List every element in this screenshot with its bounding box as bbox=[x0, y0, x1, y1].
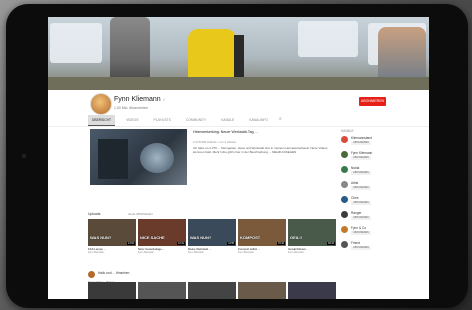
video-thumbnail[interactable]: GEIL!! 09:34 bbox=[288, 219, 336, 246]
divider bbox=[48, 126, 429, 127]
video-duration: 15:10 bbox=[277, 242, 285, 245]
camera-dot bbox=[22, 154, 26, 158]
sidebar-subscribe-button[interactable]: ABONNIEREN bbox=[351, 186, 371, 190]
video-thumbnail[interactable]: KOMPOST 15:10 bbox=[238, 219, 286, 246]
sidebar-channels: KANÄLE Kliemannsland ABONNIEREN Fynn Kli… bbox=[341, 129, 421, 256]
channel-avatar-small bbox=[341, 211, 348, 218]
hanging-sheet bbox=[50, 23, 102, 63]
tablet-screen: Fynn Kliemann ✓ 1,00 Mio. Abonnenten ABO… bbox=[48, 17, 429, 299]
video-thumbnail[interactable] bbox=[238, 282, 286, 299]
video-card[interactable]: KOMPOST 15:10 Kompost selbst ... Fynn Kl… bbox=[238, 219, 286, 254]
channel-avatar-small bbox=[341, 241, 348, 248]
video-thumbnail[interactable]: WAS NUN? 11:55 bbox=[188, 219, 236, 246]
sidebar-channel-name: Ranger bbox=[351, 211, 362, 215]
second-row bbox=[88, 282, 336, 299]
video-card[interactable]: GEIL!! 09:34 Gewächshaus ... Fynn Kliema… bbox=[288, 219, 336, 254]
video-duration: 11:55 bbox=[227, 242, 235, 245]
channel-avatar-small bbox=[341, 136, 348, 143]
video-meta: Fynn Kliemann bbox=[88, 251, 104, 255]
video-meta: Fynn Kliemann bbox=[288, 251, 304, 255]
channel-avatar[interactable] bbox=[90, 93, 112, 115]
video-thumbnail[interactable] bbox=[138, 282, 186, 299]
sidebar-channel-item[interactable]: Chris ABONNIEREN bbox=[341, 196, 421, 211]
community-post[interactable]: Hallo und ... Hinsehen Neues Video ... B… bbox=[88, 271, 338, 284]
sidebar-channel-name: Nubia bbox=[351, 166, 360, 170]
video-duration: 12:41 bbox=[177, 242, 185, 245]
featured-video-thumbnail[interactable] bbox=[90, 129, 187, 185]
video-duration: 13:02 bbox=[127, 242, 135, 245]
video-thumbnail[interactable] bbox=[288, 282, 336, 299]
video-card[interactable]: WAS NUN? 13:02 Fluß Lampe ... Fynn Kliem… bbox=[88, 219, 136, 254]
tab-playlists[interactable]: PLAYLISTS bbox=[150, 115, 175, 125]
sidebar-subscribe-button[interactable]: ABONNIEREN bbox=[351, 246, 371, 250]
uploads-row: WAS NUN? 13:02 Fluß Lampe ... Fynn Kliem… bbox=[88, 219, 336, 254]
sidebar-channel-name: Fynn & Co bbox=[351, 226, 367, 230]
post-avatar bbox=[88, 271, 95, 278]
thumbnail-caption: GEIL!! bbox=[290, 235, 302, 240]
sidebar-channel-item[interactable]: Ranger ABONNIEREN bbox=[341, 211, 421, 226]
video-thumbnail[interactable] bbox=[188, 282, 236, 299]
featured-video-description: Ich habe so 2.279 ... Kleingarten, Haus … bbox=[193, 146, 328, 155]
video-thumbnail[interactable] bbox=[88, 282, 136, 299]
tab-channels[interactable]: KANÄLE bbox=[217, 115, 238, 125]
sidebar-channel-name: Kliemannsland bbox=[351, 136, 372, 140]
tab-about[interactable]: KANALINFO bbox=[245, 115, 272, 125]
subscribe-button[interactable]: ABONNIEREN bbox=[359, 97, 386, 106]
thumbnail-caption: KOMPOST bbox=[240, 235, 261, 240]
channel-avatar-small bbox=[341, 226, 348, 233]
search-icon[interactable]: ⌕ bbox=[279, 115, 282, 125]
video-meta: Fynn Kliemann bbox=[188, 251, 204, 255]
subscriber-count: 1,00 Mio. Abonnenten bbox=[114, 106, 149, 110]
sidebar-channel-name: Friend bbox=[351, 241, 361, 245]
channel-name-text: Fynn Kliemann bbox=[114, 96, 161, 103]
sidebar-channel-item[interactable]: Fynn Kliemann ABONNIEREN bbox=[341, 151, 421, 166]
post-text: Hallo und ... Hinsehen bbox=[98, 271, 130, 275]
sidebar-channel-item[interactable]: Kliemannsland ABONNIEREN bbox=[341, 136, 421, 151]
tab-videos[interactable]: VIDEOS bbox=[122, 115, 142, 125]
sidebar-subscribe-button[interactable]: ABONNIEREN bbox=[351, 216, 371, 220]
sidebar-subscribe-button[interactable]: ABONNIEREN bbox=[351, 201, 371, 205]
thumbnail-caption: NICE SACHE bbox=[140, 235, 165, 240]
video-meta: Fynn Kliemann bbox=[138, 251, 154, 255]
video-thumbnail[interactable]: NICE SACHE 12:41 bbox=[138, 219, 186, 246]
thumbnail-caption: WAS NUN? bbox=[90, 235, 112, 240]
sidebar-channel-item[interactable]: Fynn & Co ABONNIEREN bbox=[341, 226, 421, 241]
play-all-link[interactable]: ALLE ABSPIELEN bbox=[128, 212, 153, 216]
verified-icon: ✓ bbox=[162, 97, 167, 102]
ground bbox=[48, 77, 429, 90]
sidebar-channel-name: Fynn Kliemann bbox=[351, 151, 373, 155]
sidebar-subscribe-button[interactable]: ABONNIEREN bbox=[351, 171, 371, 175]
scene-shape bbox=[140, 143, 174, 173]
channel-avatar-small bbox=[341, 151, 348, 158]
video-thumbnail[interactable]: WAS NUN? 13:02 bbox=[88, 219, 136, 246]
scene-shape bbox=[98, 139, 128, 179]
featured-video-meta: 2.279.530 Aufrufe • vor 3 Jahren bbox=[193, 140, 237, 144]
featured-video-title[interactable]: Heimwerkerking: Neuer Werkstatt-Tag ... bbox=[193, 130, 335, 135]
video-meta: Fynn Kliemann bbox=[238, 251, 254, 255]
tab-community[interactable]: COMMUNITY bbox=[182, 115, 210, 125]
channel-tabs: ÜBERSICHT VIDEOS PLAYLISTS COMMUNITY KAN… bbox=[88, 115, 282, 126]
video-card[interactable]: WAS NUN? 11:55 Meine Werkstatt ... Fynn … bbox=[188, 219, 236, 254]
sidebar-channel-name: Chris bbox=[351, 196, 359, 200]
video-duration: 09:34 bbox=[327, 242, 335, 245]
sidebar-channel-item[interactable]: Artist ABONNIEREN bbox=[341, 181, 421, 196]
channel-name: Fynn Kliemann ✓ bbox=[114, 96, 166, 103]
channel-banner bbox=[48, 17, 429, 90]
channel-avatar-small bbox=[341, 166, 348, 173]
sidebar-channel-name: Artist bbox=[351, 181, 359, 185]
sidebar-channel-item[interactable]: Friend ABONNIEREN bbox=[341, 241, 421, 256]
sidebar-subscribe-button[interactable]: ABONNIEREN bbox=[351, 141, 371, 145]
sidebar-subscribe-button[interactable]: ABONNIEREN bbox=[351, 156, 371, 160]
video-card[interactable]: NICE SACHE 12:41 Nicer Gewerkelage ... F… bbox=[138, 219, 186, 254]
sidebar-heading: KANÄLE bbox=[341, 129, 354, 133]
sidebar-subscribe-button[interactable]: ABONNIEREN bbox=[351, 231, 371, 235]
uploads-title[interactable]: Uploads bbox=[88, 212, 100, 216]
channel-avatar-small bbox=[341, 196, 348, 203]
tab-overview[interactable]: ÜBERSICHT bbox=[88, 115, 116, 126]
thumbnail-caption: WAS NUN? bbox=[190, 235, 212, 240]
sidebar-channel-item[interactable]: Nubia ABONNIEREN bbox=[341, 166, 421, 181]
hanging-sheet bbox=[298, 21, 358, 57]
channel-avatar-small bbox=[341, 181, 348, 188]
